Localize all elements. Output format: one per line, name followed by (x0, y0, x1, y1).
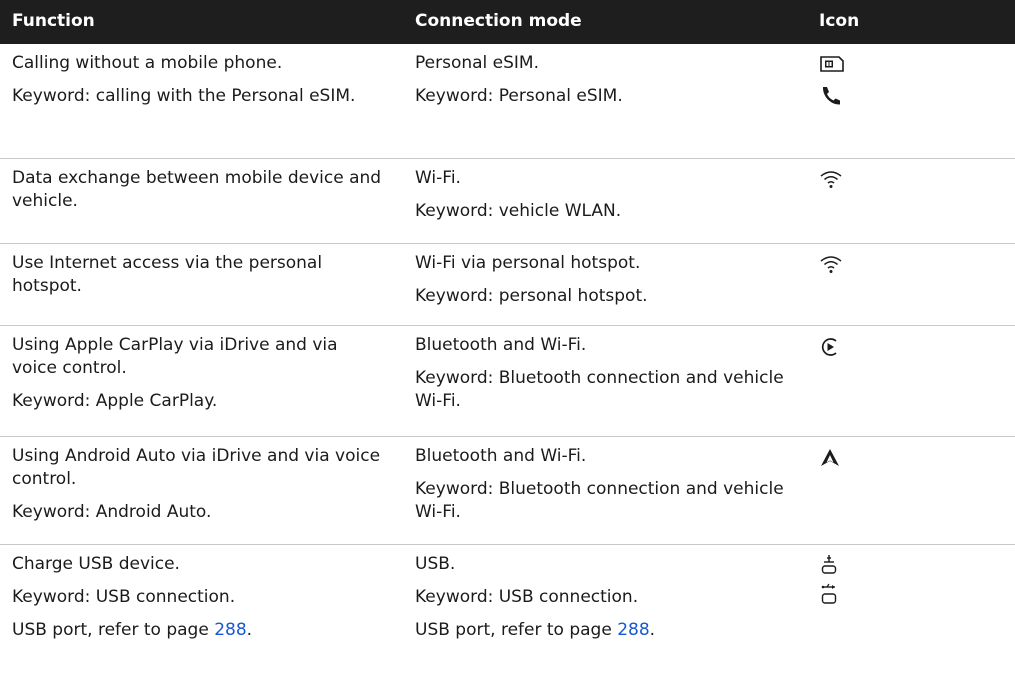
function-text: Charge USB device. (12, 554, 180, 574)
icon-cell (819, 167, 959, 189)
table-row: Using Android Auto via iDrive and via vo… (0, 437, 1015, 545)
wifi-icon (820, 256, 842, 273)
function-cell: Using Apple CarPlay via iDrive and via v… (12, 334, 402, 413)
function-cell: Charge USB device. Keyword: USB connecti… (12, 553, 402, 642)
table-row: Use Internet access via the personal hot… (0, 244, 1015, 326)
reference-text: USB port, refer to page (415, 620, 618, 640)
keyword-text: Keyword: Android Auto. (12, 502, 212, 522)
reference-period: . (246, 620, 253, 640)
function-cell: Calling without a mobile phone. Keyword:… (12, 52, 402, 108)
keyword-text: Keyword: USB connection. (415, 587, 639, 607)
wifi-icon (820, 171, 842, 188)
esim-icon (820, 56, 844, 72)
header-function: Function (12, 11, 95, 31)
icon-cell (819, 252, 959, 274)
header-connection-mode: Connection mode (415, 11, 582, 31)
icon-cell (819, 553, 959, 607)
mode-cell: Wi-Fi via personal hotspot. Keyword: per… (415, 252, 805, 308)
function-cell: Use Internet access via the personal hot… (12, 252, 402, 298)
table-row: Using Apple CarPlay via iDrive and via v… (0, 326, 1015, 437)
mode-cell: Personal eSIM. Keyword: Personal eSIM. (415, 52, 805, 108)
icon-cell (819, 445, 959, 469)
function-text: Use Internet access via the personal hot… (12, 253, 323, 296)
keyword-text: Keyword: vehicle WLAN. (415, 201, 622, 221)
keyword-text: Keyword: USB connection. (12, 587, 236, 607)
mode-text: Wi-Fi. (415, 168, 461, 188)
function-text: Using Android Auto via iDrive and via vo… (12, 446, 381, 489)
function-text: Data exchange between mobile device and … (12, 168, 382, 211)
mode-text: USB. (415, 554, 456, 574)
keyword-text: Keyword: Bluetooth connection and vehicl… (415, 479, 784, 522)
connectivity-table: Function Connection mode Icon Calling wi… (0, 0, 1015, 676)
keyword-text: Keyword: calling with the Personal eSIM. (12, 86, 356, 106)
function-text: Calling without a mobile phone. (12, 53, 283, 73)
mode-cell: Wi-Fi. Keyword: vehicle WLAN. (415, 167, 805, 223)
mode-text: Personal eSIM. (415, 53, 540, 73)
function-cell: Data exchange between mobile device and … (12, 167, 402, 213)
page-reference: USB port, refer to page 288. (415, 619, 805, 642)
phone-handset-icon (822, 87, 840, 105)
page-link[interactable]: 288 (214, 620, 246, 640)
function-cell: Using Android Auto via iDrive and via vo… (12, 445, 402, 524)
usb-charge-icon (821, 555, 837, 574)
usb-data-icon (821, 583, 837, 604)
table-row: Charge USB device. Keyword: USB connecti… (0, 545, 1015, 676)
keyword-text: Keyword: personal hotspot. (415, 286, 648, 306)
keyword-text: Keyword: Bluetooth connection and vehicl… (415, 368, 784, 411)
mode-cell: USB. Keyword: USB connection. USB port, … (415, 553, 805, 642)
header-icon: Icon (819, 11, 860, 31)
android-auto-icon (821, 449, 839, 466)
carplay-icon (821, 338, 837, 356)
page-reference: USB port, refer to page 288. (12, 619, 402, 642)
reference-period: . (649, 620, 656, 640)
table-row: Calling without a mobile phone. Keyword:… (0, 44, 1015, 159)
keyword-text: Keyword: Apple CarPlay. (12, 391, 218, 411)
icon-cell (819, 334, 959, 358)
reference-text: USB port, refer to page (12, 620, 215, 640)
function-text: Using Apple CarPlay via iDrive and via v… (12, 335, 338, 378)
mode-text: Bluetooth and Wi-Fi. (415, 335, 587, 355)
icon-cell (819, 52, 959, 108)
mode-cell: Bluetooth and Wi-Fi. Keyword: Bluetooth … (415, 445, 805, 524)
page-link[interactable]: 288 (617, 620, 649, 640)
table-header: Function Connection mode Icon (0, 0, 1015, 44)
mode-text: Wi-Fi via personal hotspot. (415, 253, 641, 273)
mode-text: Bluetooth and Wi-Fi. (415, 446, 587, 466)
table-row: Data exchange between mobile device and … (0, 159, 1015, 244)
mode-cell: Bluetooth and Wi-Fi. Keyword: Bluetooth … (415, 334, 805, 413)
keyword-text: Keyword: Personal eSIM. (415, 86, 623, 106)
